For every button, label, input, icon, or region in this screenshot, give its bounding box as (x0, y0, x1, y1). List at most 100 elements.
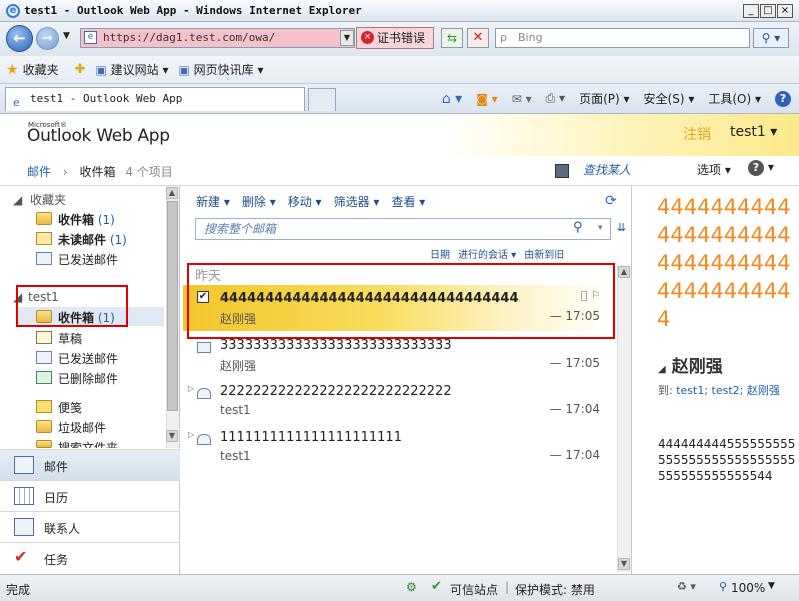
mail-icon[interactable]: ✉ ▾ (512, 92, 532, 106)
favorites-inbox[interactable]: 收件箱 (1) (58, 211, 115, 228)
command-bar: ⌂ ▾ ◙ ▾ ✉ ▾ ⎙ ▾ 页面(P) ▾ 安全(S) ▾ 工具(O) ▾ … (442, 90, 791, 107)
print-icon[interactable]: ⎙ ▾ (546, 91, 565, 106)
sort-order[interactable]: 由新到旧 (524, 246, 564, 261)
search-icon[interactable]: ⚲ (573, 220, 583, 235)
mailbox-sent[interactable]: 已发送邮件 (58, 350, 118, 367)
browser-tab-active[interactable]: e test1 - Outlook Web App (5, 87, 305, 111)
status-bar: 完成 ⚙ ✔ 可信站点 | 保护模式: 禁用 ♻ ▾ ⚲ 100% ▼ (0, 574, 799, 601)
folder-scroll-thumb[interactable] (167, 201, 178, 411)
annotation-box-message (187, 263, 615, 339)
safety-menu[interactable]: 安全(S) ▾ (644, 90, 695, 107)
home-icon[interactable]: ⌂ ▾ (442, 91, 462, 107)
message-row[interactable]: ▷ 2222222222222222222222222222 test1 — 1… (183, 378, 615, 424)
message-row[interactable]: ▷ 1111111111111111111111 test1 — 17:04 (183, 424, 615, 470)
mail-icon (14, 456, 34, 474)
message-subject: 2222222222222222222222222222 (220, 384, 452, 399)
expand-conversation-icon[interactable]: ▷ (188, 430, 194, 439)
find-someone[interactable]: 查找某人 (555, 161, 631, 178)
popup-icon[interactable]: ♻ ▾ (677, 580, 696, 593)
stop-icon[interactable]: ✕ (467, 28, 489, 48)
help-icon[interactable]: ? (775, 90, 791, 107)
address-bar[interactable]: https://dag1.test.com/owa/ (80, 28, 355, 48)
mailbox-deleted[interactable]: 已删除邮件 (58, 370, 118, 387)
search-icon[interactable]: ⚲ ▾ (753, 28, 789, 48)
breadcrumb: 邮件 › 收件箱 4 个项目 (27, 163, 173, 180)
reading-subject: 4444444444444444444444444444444444444444… (657, 195, 791, 331)
nav-tasks[interactable]: ✔ 任务 (0, 542, 180, 573)
page-icon: e (84, 31, 97, 44)
scroll-down-icon[interactable]: ▼ (166, 430, 178, 442)
tools-menu[interactable]: 工具(O) ▾ (708, 90, 761, 107)
refresh-icon[interactable]: ⇆ (441, 28, 463, 48)
move-button[interactable]: 移动 ▾ (288, 193, 322, 210)
breadcrumb-mail[interactable]: 邮件 (27, 165, 51, 179)
mailbox-search-input[interactable]: 搜索整个邮箱 (195, 218, 611, 240)
message-list-scrollbar[interactable] (617, 265, 631, 572)
page-icon: ▣ (178, 63, 194, 77)
help-menu[interactable]: ? ▾ (748, 160, 774, 176)
back-button[interactable]: ← (6, 25, 33, 52)
favorites-unread[interactable]: 未读邮件 (1) (58, 231, 127, 248)
minimize-button[interactable]: _ (743, 4, 759, 18)
bing-search-input[interactable]: Bing (495, 28, 750, 48)
forward-button[interactable]: → (36, 27, 59, 50)
nav-contacts[interactable]: 联系人 (0, 511, 180, 542)
mailbox-drafts[interactable]: 草稿 (58, 330, 82, 347)
mailbox-junk[interactable]: 垃圾邮件 (58, 419, 106, 436)
conversation-icon (197, 388, 211, 399)
history-dropdown-icon[interactable]: ▼ (63, 31, 70, 41)
message-time: — 17:05 (549, 356, 600, 370)
close-window-button[interactable]: × (777, 4, 793, 18)
scroll-down-icon[interactable]: ▼ (618, 558, 630, 570)
zoom-level[interactable]: 100% (731, 581, 765, 595)
list-toolbar: 新建 ▾ 删除 ▾ 移动 ▾ 筛选器 ▾ 查看 ▾ (196, 193, 425, 210)
breadcrumb-separator-icon: › (62, 165, 68, 179)
maximize-button[interactable]: □ (760, 4, 776, 18)
options-menu[interactable]: 选项 ▾ (697, 161, 731, 178)
mailbox-search-folders[interactable]: 搜索文件夹 (58, 439, 118, 448)
favorites-button[interactable]: 收藏夹 (23, 61, 59, 78)
envelope-icon (197, 342, 211, 353)
view-button[interactable]: 查看 ▾ (391, 193, 425, 210)
refresh-icon[interactable]: ⟳ (605, 193, 617, 209)
page-menu[interactable]: 页面(P) ▾ (579, 90, 629, 107)
new-button[interactable]: 新建 ▾ (196, 193, 230, 210)
sort-conversation[interactable]: 进行的会话 ▾ (458, 246, 516, 261)
message-subject: 1111111111111111111111 (220, 430, 402, 445)
window-title: test1 - Outlook Web App - Windows Intern… (24, 4, 362, 17)
expand-search-icon[interactable]: ⇊ (617, 221, 626, 234)
certificate-error-button[interactable]: × 证书错误 (356, 27, 434, 49)
expand-conversation-icon[interactable]: ▷ (188, 384, 194, 393)
zone-text[interactable]: 可信站点 (450, 581, 498, 598)
sort-by-date[interactable]: 日期 (430, 246, 450, 261)
tasks-icon: ✔ (14, 547, 28, 566)
mailbox-notes[interactable]: 便笺 (58, 399, 82, 416)
signout-link[interactable]: 注销 (683, 124, 711, 144)
web-slice-gallery-link[interactable]: ▣ 网页快讯库 ▾ (179, 61, 264, 78)
protected-mode-text: 保护模式: 禁用 (515, 583, 595, 597)
feeds-icon[interactable]: ◙ ▾ (476, 92, 497, 106)
message-subject: 3333333333333333333333333333 (220, 338, 452, 353)
security-zone-icon: ⚙ (406, 580, 417, 594)
ie-icon: e (6, 3, 20, 18)
sent-folder-icon (36, 252, 52, 265)
new-tab-button[interactable] (308, 88, 336, 111)
search-dropdown-icon[interactable]: ▾ (598, 223, 603, 233)
reading-sender[interactable]: ◢ 赵刚强 (658, 352, 723, 377)
user-menu[interactable]: test1 ▾ (730, 124, 777, 140)
add-favorite-icon[interactable]: ✚ (75, 62, 86, 77)
deleted-folder-icon (36, 371, 52, 384)
status-separator: | (505, 580, 510, 594)
delete-button[interactable]: 删除 ▾ (242, 193, 276, 210)
scroll-up-icon[interactable]: ▲ (166, 187, 178, 199)
suggested-sites-link[interactable]: ▣ 建议网站 ▾ (95, 61, 168, 78)
filter-button[interactable]: 筛选器 ▾ (334, 193, 380, 210)
favorites-section-header[interactable]: ◢ 收藏夹 (13, 191, 66, 208)
scroll-up-icon[interactable]: ▲ (618, 266, 630, 278)
address-dropdown-icon[interactable]: ▼ (340, 30, 354, 46)
nav-mail[interactable]: 邮件 (0, 449, 180, 480)
zoom-dropdown-icon[interactable]: ▼ (768, 581, 775, 591)
favorites-sent[interactable]: 已发送邮件 (58, 251, 118, 268)
nav-calendar[interactable]: 日历 (0, 480, 180, 511)
collapse-icon[interactable]: ◢ (658, 364, 666, 375)
